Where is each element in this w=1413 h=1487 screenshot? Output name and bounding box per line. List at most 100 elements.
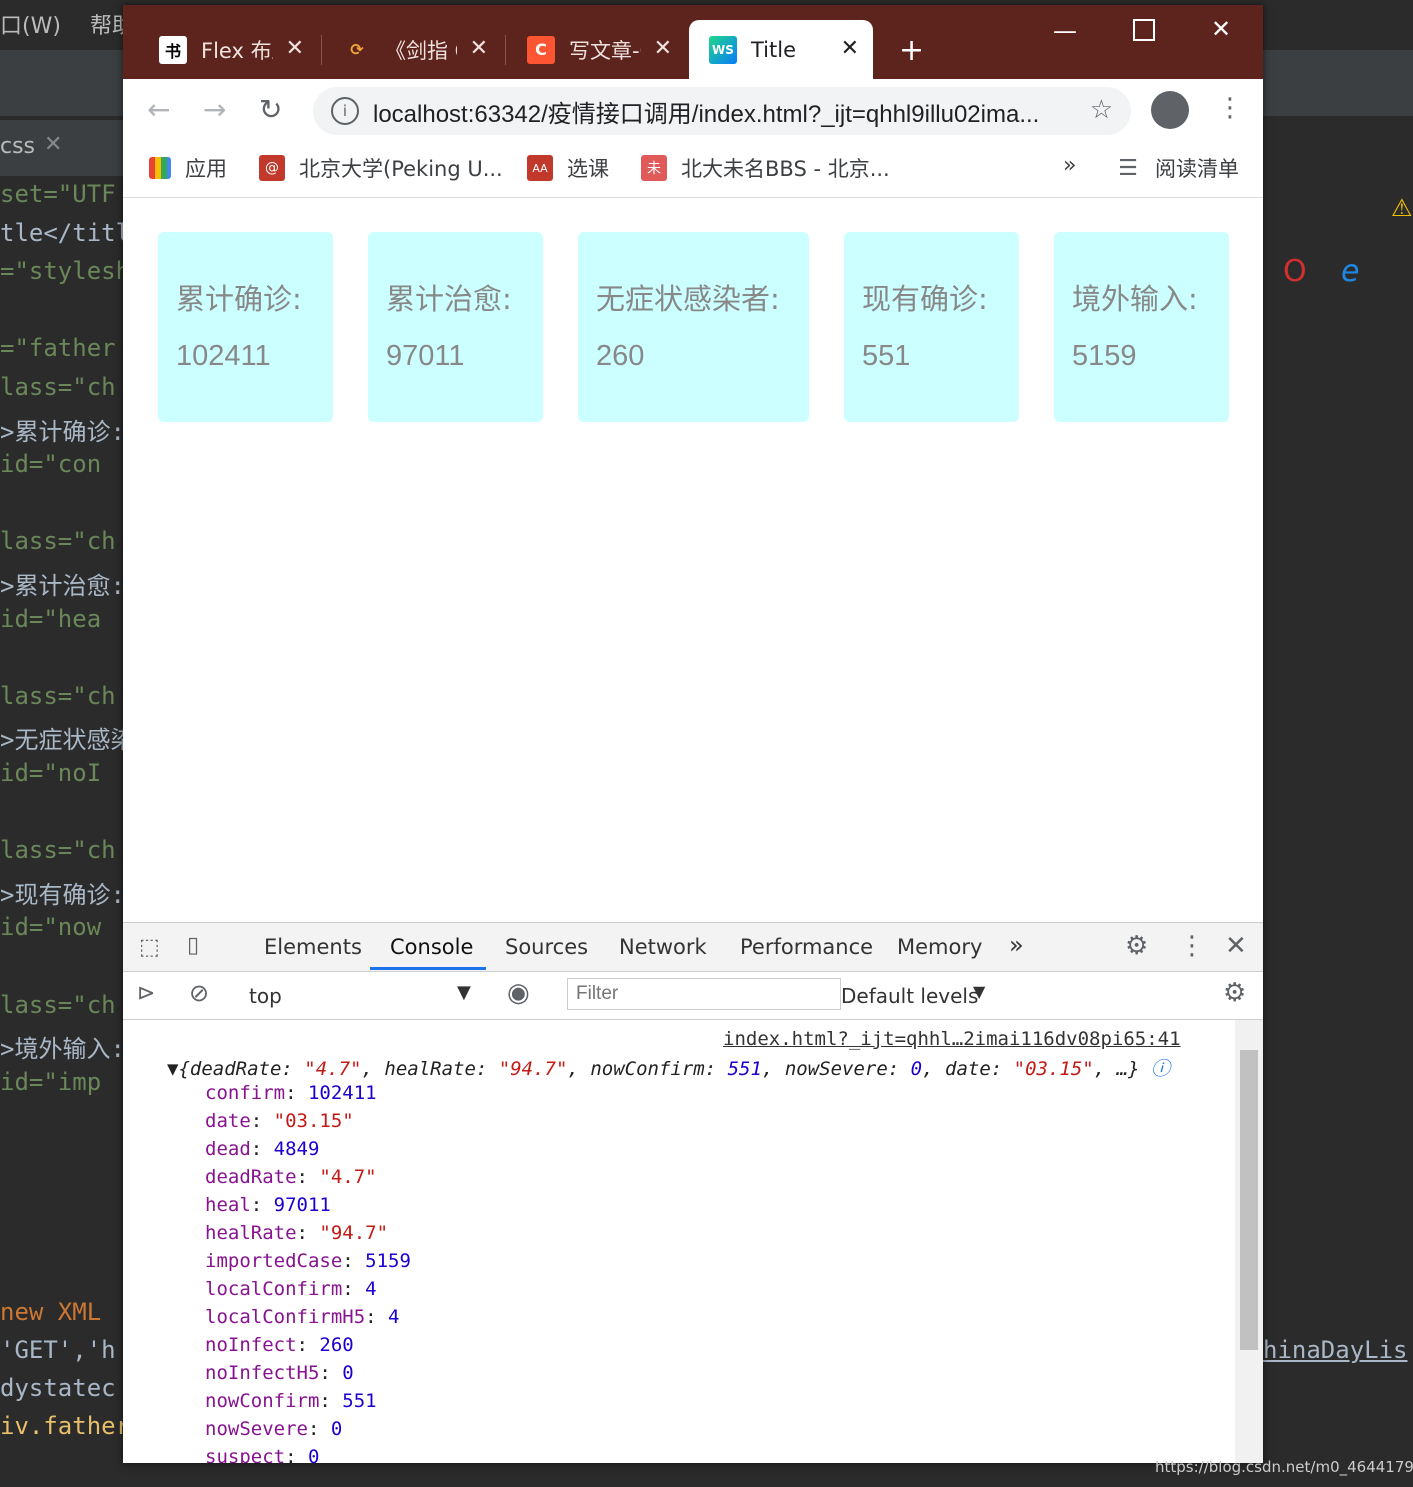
sidebar-toggle-icon[interactable]: ⊳ (137, 981, 155, 1006)
chevron-down-icon[interactable]: ▼ (973, 982, 985, 1001)
property-key: noInfectH5 (205, 1362, 320, 1384)
bookmark-bbs[interactable]: 未 北大未名BBS - 北京... (641, 153, 890, 183)
maximize-button[interactable] (1133, 19, 1155, 41)
page-content: 累计确诊: 102411 累计治愈: 97011 无症状感染者: 260 现有确… (123, 198, 1263, 922)
chevron-down-icon[interactable]: ▼ (457, 982, 471, 1003)
list-icon: ☰ (1118, 155, 1138, 181)
bookmark-label: 北京大学(Peking U... (299, 157, 503, 181)
summary-value: 551 (727, 1058, 762, 1080)
settings-icon[interactable]: ⚙ (1125, 931, 1148, 961)
tab-title-active[interactable]: WS Title ✕ (689, 20, 873, 79)
menu-icon[interactable]: ⋮ (1217, 93, 1243, 123)
close-icon[interactable]: ✕ (841, 36, 859, 61)
property-value: "94.7" (319, 1222, 389, 1244)
close-icon[interactable]: ✕ (470, 36, 488, 61)
card-label: 无症状感染者: (596, 282, 780, 316)
tab-performance[interactable]: Performance (740, 935, 873, 959)
property-row: localConfirmH5: 4 (205, 1306, 400, 1328)
colon: : (285, 1446, 308, 1463)
opera-icon[interactable]: O (1283, 254, 1307, 289)
context-selector[interactable]: top (249, 984, 282, 1008)
bookmark-apps[interactable]: 应用 (149, 153, 227, 183)
log-levels-dropdown[interactable]: Default levels (841, 984, 978, 1008)
summary-value: 0 (910, 1058, 923, 1080)
close-icon[interactable]: ✕ (654, 36, 672, 61)
ie-icon[interactable]: e (1341, 254, 1359, 289)
apps-icon (149, 157, 171, 179)
console-settings-icon[interactable]: ⚙ (1223, 978, 1246, 1008)
card-label: 境外输入: (1072, 282, 1198, 316)
property-row: deadRate: "4.7" (205, 1166, 377, 1188)
bookmarks-overflow[interactable]: » (1063, 153, 1076, 178)
url-text[interactable]: localhost:63342/疫情接口调用/index.html?_ijt=q… (373, 94, 1073, 129)
tab-console[interactable]: Console (390, 935, 473, 959)
clear-console-icon[interactable]: ⊘ (189, 979, 209, 1007)
device-toolbar-icon[interactable]: ▯ (187, 933, 199, 958)
property-value: "4.7" (319, 1166, 377, 1188)
property-value: 4849 (273, 1138, 320, 1160)
property-key: importedCase (205, 1250, 343, 1272)
bookmark-label: 应用 (185, 157, 227, 181)
tab-csdn[interactable]: C 写文章-CSDN ✕ (511, 20, 686, 79)
colon: : (296, 1334, 320, 1356)
reading-list[interactable]: ☰ 阅读清单 (1115, 153, 1239, 183)
back-button[interactable]: ← (147, 93, 170, 126)
webstorm-icon: WS (709, 35, 737, 64)
inspect-icon[interactable]: ⬚ (139, 935, 160, 960)
ide-editor-tab[interactable]: css ✕ (0, 120, 123, 176)
more-tabs-icon[interactable]: » (1009, 931, 1024, 959)
ide-code-line: new XML (0, 1298, 102, 1326)
bookmark-pku[interactable]: @ 北京大学(Peking U... (259, 153, 503, 183)
close-icon[interactable]: ✕ (44, 132, 62, 157)
address-bar[interactable]: i localhost:63342/疫情接口调用/index.html?_ijt… (313, 87, 1131, 135)
ide-menu-window[interactable]: 口(W) (0, 8, 61, 40)
browser-titlebar: 书 Flex 布局 ✕ ⟳ 《剑指 Offer》 ✕ C 写文章-CSDN ✕ … (123, 5, 1263, 79)
property-key: deadRate (205, 1166, 297, 1188)
profile-icon[interactable] (1151, 91, 1189, 129)
summary-key: date: (945, 1058, 1014, 1080)
star-icon[interactable]: ☆ (1090, 95, 1113, 125)
close-icon[interactable]: ✕ (286, 36, 304, 61)
ide-tab-label: css (0, 134, 36, 159)
property-value: 0 (330, 1418, 343, 1440)
tab-elements[interactable]: Elements (264, 935, 362, 959)
ide-code-line: >无症状感染 (0, 726, 135, 755)
tab-network[interactable]: Network (619, 935, 707, 959)
minimize-button[interactable]: — (1053, 17, 1077, 45)
property-value: 4 (365, 1278, 377, 1300)
tab-separator (505, 35, 506, 65)
tab-memory[interactable]: Memory (897, 935, 982, 959)
forward-button[interactable]: → (203, 93, 226, 126)
summary-key: deadRate: (189, 1058, 305, 1080)
ide-code-line: lass="ch (0, 990, 116, 1019)
tab-title: Flex 布局 (201, 38, 273, 63)
console-output: index.html?_ijt=qhhl…2imai116dv08pi65:41… (123, 1020, 1235, 1463)
kebab-menu-icon[interactable]: ⋮ (1179, 931, 1205, 961)
new-tab-button[interactable]: + (899, 33, 924, 68)
card-value: 5159 (1072, 340, 1137, 372)
comma: , (1093, 1058, 1117, 1080)
ide-code-line: iv.father (0, 1412, 131, 1440)
scrollbar-thumb[interactable] (1240, 1050, 1258, 1350)
console-scrollbar[interactable] (1235, 1020, 1263, 1463)
eye-icon[interactable]: ◉ (507, 978, 530, 1008)
ide-code-line: lass="ch (0, 527, 116, 556)
tab-flex[interactable]: 书 Flex 布局 ✕ (143, 20, 318, 79)
colon: : (296, 1222, 320, 1244)
colon: : (296, 1166, 320, 1188)
source-link[interactable]: index.html?_ijt=qhhl…2imai116dv08pi65:41 (723, 1028, 1181, 1050)
tab-sources[interactable]: Sources (505, 935, 588, 959)
ide-code-line: >累计治愈: (0, 572, 125, 600)
object-summary[interactable]: ▼{deadRate: "4.7", healRate: "94.7", now… (167, 1054, 1170, 1081)
tab-offer[interactable]: ⟳ 《剑指 Offer》 ✕ (327, 20, 502, 79)
bookmark-course[interactable]: AA 选课 (527, 153, 609, 183)
property-key: heal (205, 1194, 251, 1216)
reload-button[interactable]: ↻ (259, 93, 282, 126)
info-icon[interactable]: i (331, 97, 359, 125)
close-devtools-icon[interactable]: ✕ (1225, 931, 1247, 961)
property-key: nowConfirm (205, 1390, 320, 1412)
console-filter-input[interactable] (567, 978, 841, 1010)
property-value: 97011 (273, 1194, 331, 1216)
reading-list-label: 阅读清单 (1155, 157, 1239, 181)
window-close-button[interactable]: ✕ (1211, 15, 1231, 43)
